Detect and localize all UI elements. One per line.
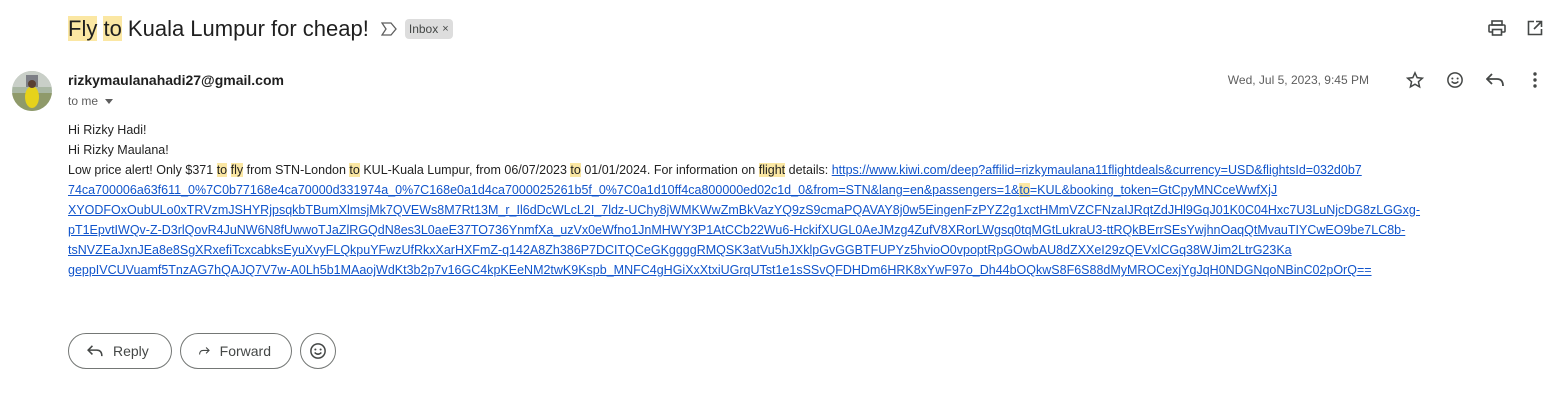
reply-icon <box>87 345 103 357</box>
label-remove-button[interactable]: × <box>442 23 448 35</box>
alert-text: 01/01/2024. For information on <box>580 163 759 177</box>
reply-actions: Reply Forward <box>68 333 336 369</box>
reply-icon[interactable] <box>1485 70 1505 90</box>
price-alert-line: Low price alert! Only $371 to fly from S… <box>68 160 1488 180</box>
flight-deal-link-cont[interactable]: 74ca700006a63f611_0%7C0b77168e4ca70000d3… <box>68 180 1488 200</box>
subject-text: Kuala Lumpur for cheap! <box>121 16 369 41</box>
link-highlight: to <box>1019 183 1030 197</box>
recipient-text: to me <box>68 94 99 108</box>
message-body: Hi Rizky Hadi! Hi Rizky Maulana! Low pri… <box>68 120 1488 280</box>
flight-deal-link[interactable]: https://www.kiwi.com/deep?affilid=rizkym… <box>832 163 1362 177</box>
reply-button[interactable]: Reply <box>68 333 172 369</box>
reply-label: Reply <box>113 343 149 359</box>
flight-deal-link-cont[interactable]: pT1EpvtIWQv-Z-D3rlQovR4JuNW6N8fUwwoTJaZl… <box>68 220 1488 240</box>
flight-deal-link-cont[interactable]: XYODFOxOubULo0xTRVzmJSHYRjpsqkbTBumXlmsj… <box>68 200 1488 220</box>
link-text: =KUL&booking_token=GtCpyMNCceWwfXjJ <box>1029 183 1278 197</box>
alert-text: KUL-Kuala Lumpur, from 06/07/2023 <box>359 163 571 177</box>
importance-marker-icon[interactable] <box>380 21 397 37</box>
email-view: Fly to Kuala Lumpur for cheap! Inbox × r… <box>0 0 1565 411</box>
print-icon[interactable] <box>1487 18 1507 38</box>
emoji-icon <box>310 343 326 359</box>
sender-email[interactable]: rizkymaulanahadi27@gmail.com <box>68 72 284 88</box>
email-subject: Fly to Kuala Lumpur for cheap! <box>68 16 369 42</box>
alert-text: details: <box>785 163 832 177</box>
message-date: Wed, Jul 5, 2023, 9:45 PM <box>1227 73 1369 87</box>
subject-highlight: Fly <box>68 16 98 41</box>
recipient-line: to me <box>68 94 284 108</box>
label-chip-text: Inbox <box>408 22 439 36</box>
alert-highlight: flight <box>758 163 786 177</box>
forward-icon <box>199 347 210 355</box>
greeting-line: Hi Rizky Maulana! <box>68 143 169 157</box>
forward-button[interactable]: Forward <box>180 333 292 369</box>
forward-label: Forward <box>219 343 271 359</box>
chevron-down-icon[interactable] <box>105 98 114 104</box>
subject-row: Fly to Kuala Lumpur for cheap! Inbox × <box>68 14 453 44</box>
alert-text: Low price alert! Only $371 <box>68 163 217 177</box>
greeting-line: Hi Rizky Hadi! <box>68 123 147 137</box>
star-icon[interactable] <box>1405 70 1425 90</box>
alert-text: from STN-London <box>243 163 350 177</box>
avatar[interactable] <box>12 71 52 111</box>
message-meta: Wed, Jul 5, 2023, 9:45 PM <box>1228 70 1545 90</box>
alert-highlight: to <box>216 163 228 177</box>
link-text: 74ca700006a63f611_0%7C0b77168e4ca70000d3… <box>68 183 1020 197</box>
emoji-icon[interactable] <box>1445 70 1465 90</box>
emoji-react-button[interactable] <box>300 333 336 369</box>
flight-deal-link-cont[interactable]: tsNVZEaJxnJEa8e8SgXRxefiTcxcabksEyuXvyFL… <box>68 240 1488 260</box>
label-chip-inbox: Inbox × <box>404 19 453 39</box>
more-vert-icon[interactable] <box>1525 70 1545 90</box>
alert-highlight: to <box>570 163 581 177</box>
top-toolbar <box>1487 18 1545 38</box>
subject-highlight: to <box>103 16 122 41</box>
alert-highlight: fly <box>230 163 244 177</box>
flight-deal-link-cont[interactable]: geppIVCUVuamf5TnzAG7hQAJQ7V7w-A0Lh5b1MAa… <box>68 260 1488 280</box>
sender-block: rizkymaulanahadi27@gmail.com to me <box>68 72 284 108</box>
alert-highlight: to <box>349 163 360 177</box>
open-new-window-icon[interactable] <box>1525 18 1545 38</box>
